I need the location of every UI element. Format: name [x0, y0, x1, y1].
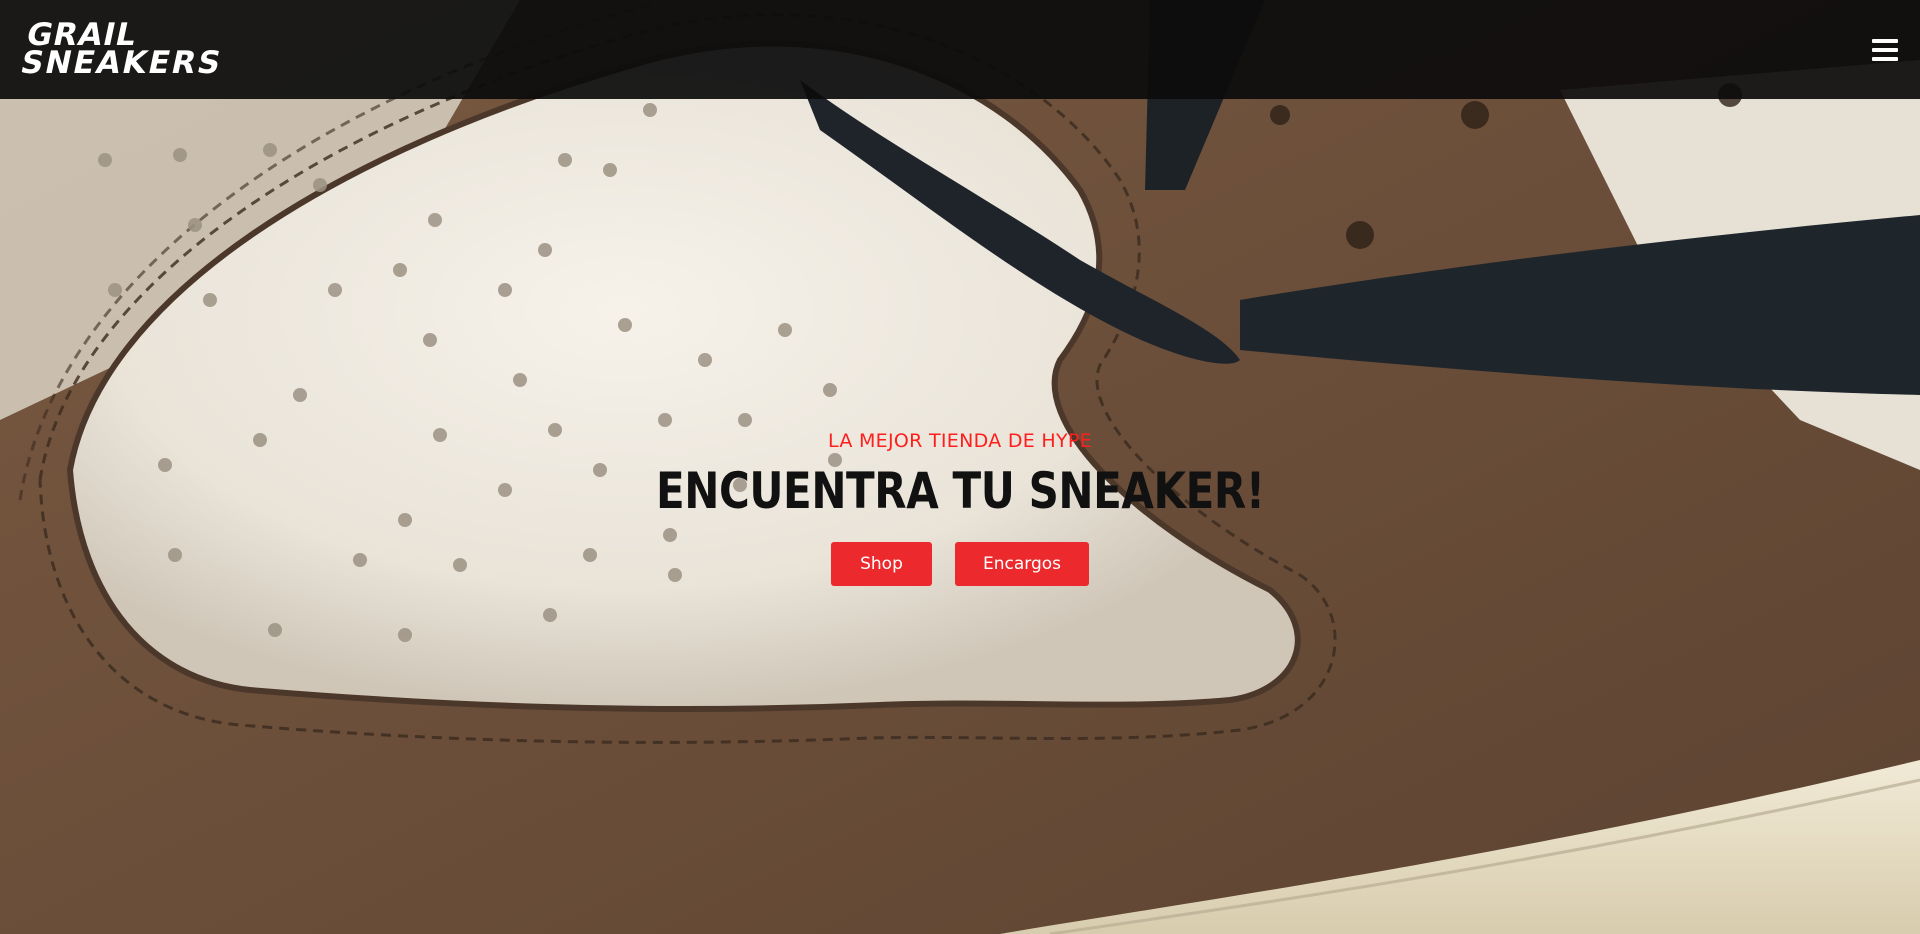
hero-headline: ENCUENTRA TU SNEAKER! [655, 462, 1265, 520]
brand-logo[interactable]: GRAIL SNEAKERS [17, 17, 231, 81]
hero-content: LA MEJOR TIENDA DE HYPE ENCUENTRA TU SNE… [0, 430, 1920, 586]
menu-bar [1872, 38, 1898, 43]
encargos-button[interactable]: Encargos [955, 542, 1089, 586]
hero-eyebrow: LA MEJOR TIENDA DE HYPE [828, 430, 1092, 452]
shop-button[interactable]: Shop [831, 542, 932, 586]
menu-bar [1872, 56, 1898, 61]
menu-bar [1872, 47, 1898, 52]
hero-cta-row: Shop Encargos [831, 542, 1089, 586]
hamburger-menu-icon[interactable] [1872, 38, 1898, 61]
logo-text-line2: SNEAKERS [17, 44, 226, 81]
top-navbar: GRAIL SNEAKERS [0, 0, 1920, 99]
